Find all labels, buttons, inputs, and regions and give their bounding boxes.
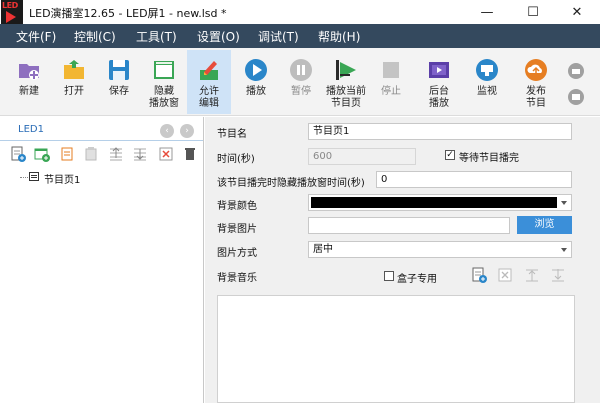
image-mode-label: 图片方式 bbox=[217, 248, 257, 259]
time-field[interactable]: 600 bbox=[308, 148, 416, 165]
title-bar: LED LED演播室12.65 - LED屏1 - new.lsd * — ☐ … bbox=[0, 0, 600, 24]
extra-tool-2-icon[interactable] bbox=[567, 88, 585, 106]
left-panel: LED1 ‹ › 节目页1 bbox=[0, 117, 204, 403]
menu-tools[interactable]: 工具(T) bbox=[136, 28, 177, 45]
play-current-button[interactable]: 播放当前 节目页 bbox=[324, 50, 368, 114]
menu-help[interactable]: 帮助(H) bbox=[318, 28, 360, 45]
allow-edit-button[interactable]: 允许 编辑 bbox=[187, 50, 231, 114]
chevron-down-icon bbox=[561, 201, 567, 205]
nav-next-button[interactable]: › bbox=[180, 124, 194, 138]
image-mode-select[interactable]: 居中 bbox=[308, 241, 572, 258]
app-logo-icon: LED bbox=[1, 0, 23, 24]
maximize-button[interactable]: ☐ bbox=[510, 0, 556, 24]
bg-music-label: 背景音乐 bbox=[217, 273, 257, 284]
play-icon bbox=[245, 59, 267, 81]
remove-music-icon[interactable] bbox=[497, 267, 513, 283]
bg-color-label: 背景颜色 bbox=[217, 201, 257, 212]
minimize-button[interactable]: — bbox=[464, 0, 510, 24]
background-play-icon bbox=[429, 62, 449, 78]
save-button[interactable]: 保存 bbox=[97, 50, 141, 114]
program-name-label: 节目名 bbox=[217, 129, 247, 140]
wait-finish-checkbox[interactable]: ✓ bbox=[445, 150, 455, 160]
add-page-icon[interactable] bbox=[10, 146, 26, 162]
hide-after-field[interactable]: 0 bbox=[376, 171, 572, 188]
tree-item-program-page[interactable]: 节目页1 bbox=[44, 171, 80, 186]
properties-panel: 节目名 节目页1 时间(秒) 600 ✓ 等待节目播完 该节目播完时隐藏播放窗时… bbox=[205, 117, 600, 403]
monitor-label: 监视 bbox=[477, 86, 497, 97]
bg-color-swatch bbox=[311, 197, 557, 208]
play-current-page-icon bbox=[336, 60, 356, 80]
play-button[interactable]: 播放 bbox=[234, 50, 278, 114]
background-play-label: 后台 播放 bbox=[429, 86, 449, 109]
hide-after-label: 该节目播完时隐藏播放窗时间(秒) bbox=[217, 178, 365, 189]
time-label: 时间(秒) bbox=[217, 154, 255, 165]
music-move-down-icon[interactable] bbox=[550, 267, 566, 283]
delete-icon[interactable] bbox=[158, 146, 174, 162]
pause-button[interactable]: 暂停 bbox=[279, 50, 323, 114]
new-button[interactable]: 新建 bbox=[7, 50, 51, 114]
hide-player-button[interactable]: 隐藏 播放窗 bbox=[142, 50, 186, 114]
screen-name: LED1 bbox=[18, 124, 44, 135]
menu-file[interactable]: 文件(F) bbox=[16, 28, 56, 45]
menu-bar: 文件(F) 控制(C) 工具(T) 设置(O) 调试(T) 帮助(H) bbox=[0, 24, 600, 48]
stop-icon bbox=[383, 62, 399, 78]
pause-icon bbox=[290, 59, 312, 81]
chevron-down-icon bbox=[561, 248, 567, 252]
stop-label: 停止 bbox=[381, 86, 401, 97]
menu-debug[interactable]: 调试(T) bbox=[258, 28, 299, 45]
music-list[interactable] bbox=[217, 295, 575, 403]
wait-finish-label: 等待节目播完 bbox=[459, 153, 519, 164]
bg-image-field[interactable] bbox=[308, 217, 510, 234]
extra-tool-1-icon[interactable] bbox=[567, 62, 585, 80]
allow-edit-label: 允许 编辑 bbox=[199, 86, 219, 109]
nav-prev-button[interactable]: ‹ bbox=[160, 124, 174, 138]
monitor-icon bbox=[476, 59, 498, 81]
browse-button[interactable]: 浏览 bbox=[517, 216, 572, 234]
toolbar: 新建 打开 保存 隐藏 播放窗 允许 编辑 播放 暂停 播放当前 节目页 停止 … bbox=[0, 48, 600, 116]
program-name-field[interactable]: 节目页1 bbox=[308, 123, 572, 140]
image-mode-value: 居中 bbox=[313, 244, 333, 255]
new-folder-icon bbox=[19, 64, 39, 80]
open-folder-icon bbox=[64, 60, 84, 79]
publish-button[interactable]: 发布 节目 bbox=[514, 50, 558, 114]
close-button[interactable]: ✕ bbox=[554, 0, 600, 24]
menu-settings[interactable]: 设置(O) bbox=[197, 28, 240, 45]
menu-control[interactable]: 控制(C) bbox=[74, 28, 116, 45]
open-button[interactable]: 打开 bbox=[52, 50, 96, 114]
copy-icon[interactable] bbox=[59, 146, 75, 162]
program-page-icon bbox=[29, 172, 39, 181]
monitor-button[interactable]: 监视 bbox=[465, 50, 509, 114]
music-move-up-icon[interactable] bbox=[524, 267, 540, 283]
stop-button[interactable]: 停止 bbox=[369, 50, 413, 114]
publish-label: 发布 节目 bbox=[526, 86, 546, 109]
box-only-label: 盒子专用 bbox=[397, 274, 437, 285]
add-music-icon[interactable] bbox=[471, 267, 487, 283]
box-only-checkbox[interactable] bbox=[384, 271, 394, 281]
move-up-icon[interactable] bbox=[108, 146, 124, 162]
app-logo-text: LED bbox=[2, 1, 18, 10]
screen-header: LED1 ‹ › bbox=[0, 121, 203, 141]
bg-image-label: 背景图片 bbox=[217, 224, 257, 235]
hide-window-icon bbox=[154, 61, 174, 79]
bg-color-select[interactable] bbox=[308, 194, 572, 211]
trash-icon[interactable] bbox=[182, 146, 198, 162]
save-disk-icon bbox=[109, 60, 129, 80]
background-play-button[interactable]: 后台 播放 bbox=[417, 50, 461, 114]
paste-icon[interactable] bbox=[83, 146, 99, 162]
window-title: LED演播室12.65 - LED屏1 - new.lsd * bbox=[29, 7, 227, 20]
add-window-icon[interactable] bbox=[34, 146, 50, 162]
publish-cloud-icon bbox=[525, 59, 547, 81]
edit-pencil-icon bbox=[200, 61, 218, 80]
move-down-icon[interactable] bbox=[132, 146, 148, 162]
